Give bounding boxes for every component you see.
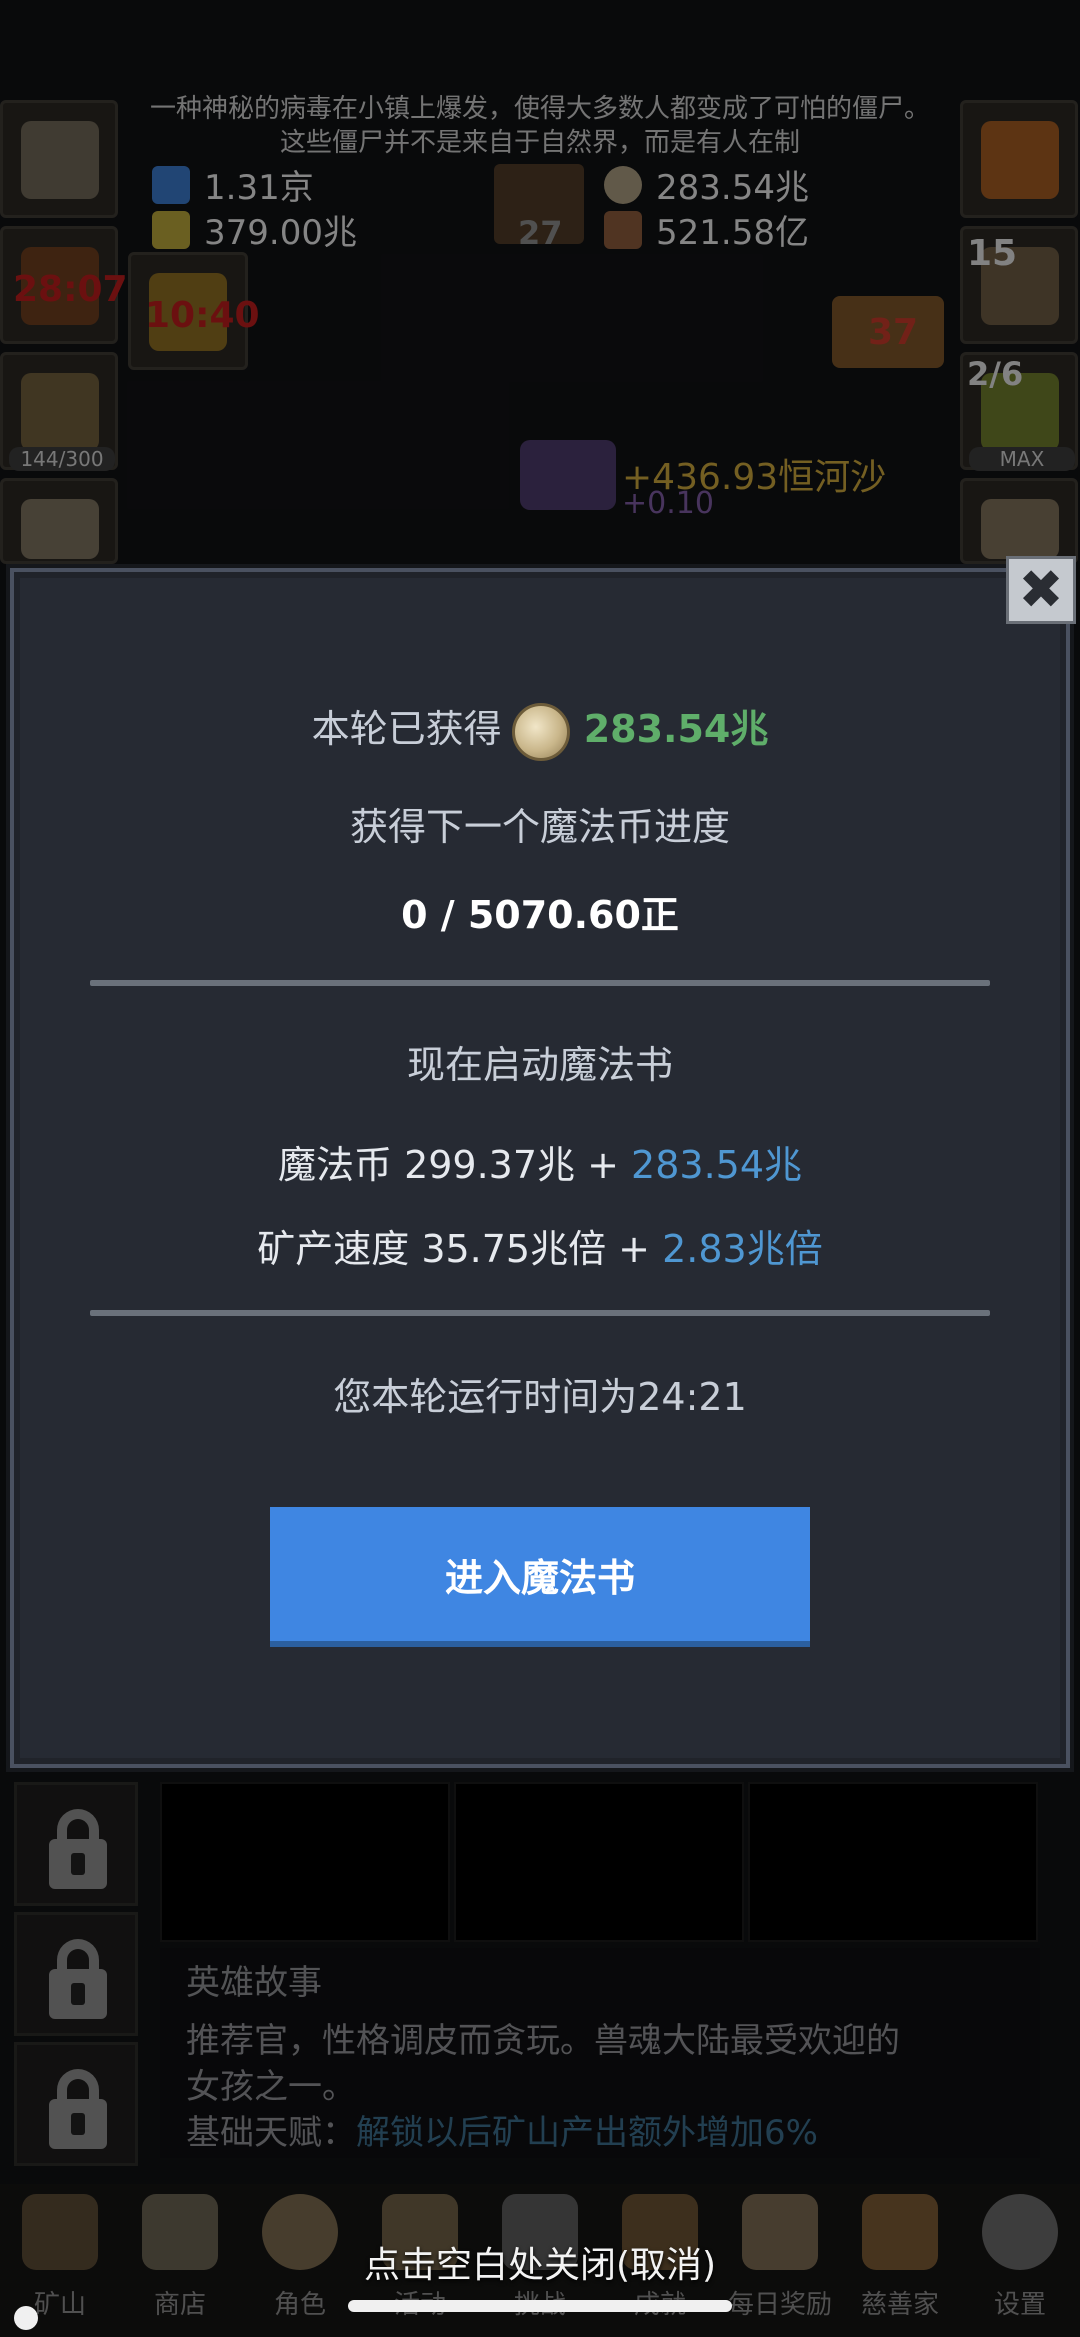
- exp-sub-text: +0.10: [622, 486, 714, 521]
- resource-potion-yellow: 379.00兆: [152, 205, 357, 254]
- scroll-slot[interactable]: [0, 100, 118, 218]
- close-icon: ✖: [1018, 558, 1064, 621]
- close-hint[interactable]: 点击空白处关闭(取消): [0, 2236, 1080, 2288]
- potion-yellow-icon: [152, 210, 190, 249]
- story-intro: 一种神秘的病毒在小镇上爆发，使得大多数人都变成了可怕的僵尸。 这些僵尸并不是来自…: [149, 94, 930, 158]
- locked-slot[interactable]: [14, 1912, 138, 2036]
- hero-cell[interactable]: [160, 1782, 450, 1942]
- resource-meat: 521.58亿: [604, 205, 809, 254]
- torch-slot[interactable]: 28:07: [0, 226, 128, 344]
- coin-icon: [511, 702, 570, 761]
- resource-potion-blue: 1.31京: [152, 160, 314, 209]
- golden-chest-slot[interactable]: 10:40: [128, 252, 260, 370]
- runtime-text: 您本轮运行时间为24:21: [333, 1375, 747, 1419]
- beer-slot[interactable]: 144/300: [0, 352, 118, 471]
- coin-icon: [604, 165, 642, 204]
- beer-icon: [21, 373, 99, 451]
- potion-slot[interactable]: [960, 100, 1078, 218]
- close-button[interactable]: ✖: [1006, 556, 1076, 624]
- potion-blue-icon: [152, 165, 190, 204]
- book-icon[interactable]: 27: [494, 164, 584, 252]
- hero-cell[interactable]: [748, 1782, 1038, 1942]
- earned-row: 本轮已获得 283.54兆: [0, 700, 1080, 761]
- home-indicator[interactable]: [348, 2300, 732, 2312]
- potion-icon: [981, 121, 1059, 199]
- enter-magic-book-button[interactable]: 进入魔法书: [270, 1507, 810, 1647]
- slime-slot[interactable]: 2/6 MAX: [960, 352, 1078, 471]
- progress-label: 获得下一个魔法币进度: [349, 805, 730, 849]
- hero-cell[interactable]: [454, 1782, 744, 1942]
- resource-coin: 283.54兆: [604, 160, 809, 209]
- sword-slot[interactable]: [960, 478, 1078, 564]
- scroll-icon: [21, 121, 99, 199]
- divider: [90, 980, 990, 986]
- mine-speed-row: 矿产速度 35.75兆倍 + 2.83兆倍: [257, 1227, 823, 1271]
- red-chest-icon[interactable]: 37: [832, 296, 944, 368]
- treasure-slot[interactable]: 15: [960, 226, 1078, 344]
- progress-value: 0 / 5070.60正: [401, 893, 679, 937]
- key-icon: [21, 499, 99, 559]
- hero-story-body: 推荐官，性格调皮而贪玩。兽魂大陆最受欢迎的 女孩之一。 基础天赋：解锁以后矿山产…: [186, 2021, 900, 2153]
- locked-slot[interactable]: [14, 1782, 138, 1906]
- meat-icon: [604, 210, 642, 249]
- hero-story-title: 英雄故事: [186, 1963, 322, 2003]
- key-slot[interactable]: [0, 478, 118, 564]
- sword-icon: [981, 499, 1059, 559]
- locked-slot[interactable]: [14, 2042, 138, 2166]
- exp-icon: [520, 440, 616, 510]
- divider: [90, 1310, 990, 1316]
- magic-coin-row: 魔法币 299.37兆 + 283.54兆: [277, 1143, 803, 1187]
- assistive-dot[interactable]: [14, 2306, 38, 2330]
- start-label: 现在启动魔法书: [406, 1043, 673, 1087]
